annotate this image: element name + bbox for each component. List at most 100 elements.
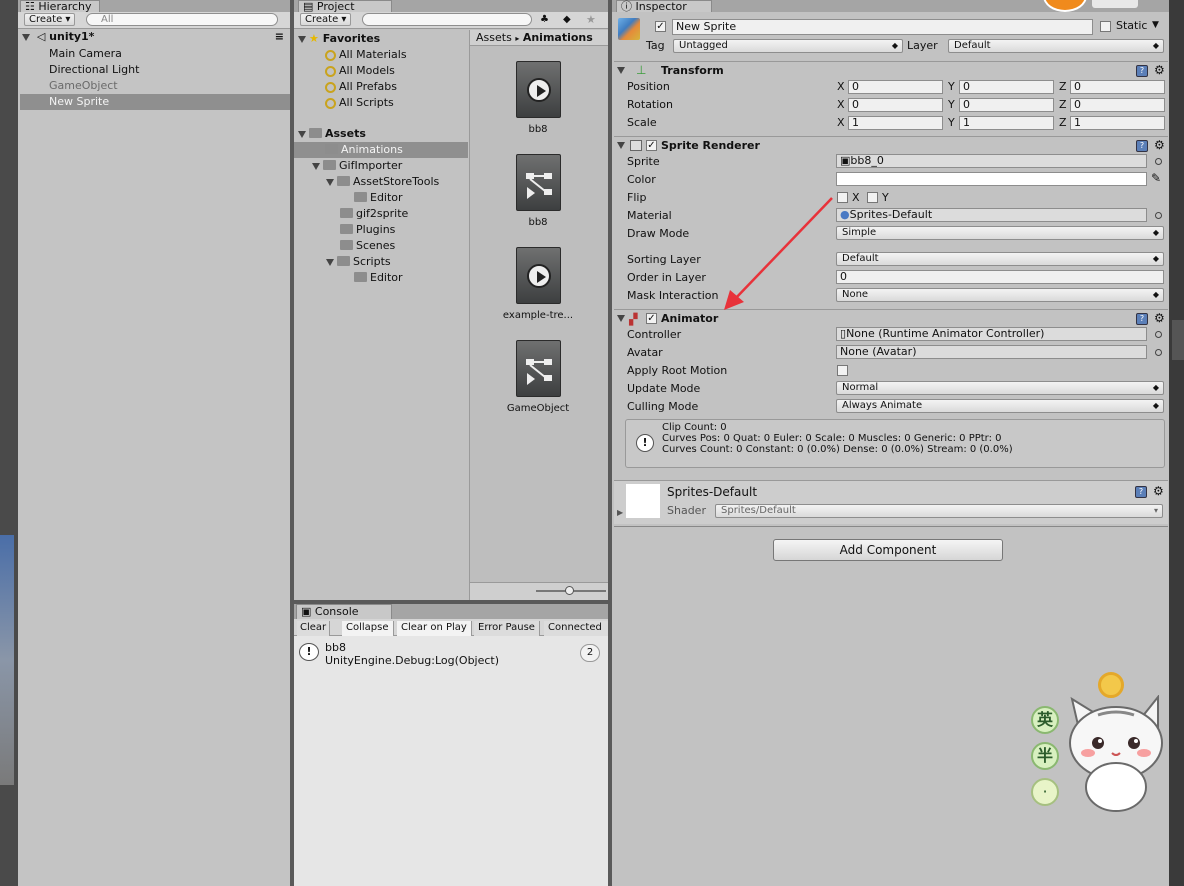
color-swatch[interactable] xyxy=(836,172,1147,186)
layer-dropdown[interactable]: Default ◆ xyxy=(948,39,1164,53)
draw-mode-dropdown[interactable]: Simple ◆ xyxy=(836,226,1164,240)
object-picker-icon[interactable] xyxy=(1155,158,1162,165)
expand-triangle-icon[interactable] xyxy=(298,35,306,43)
sprite-field[interactable]: ▣bb8_0 xyxy=(836,154,1147,168)
tree-item-assetstoretools[interactable]: AssetStoreTools xyxy=(326,174,439,190)
tree-item-gif2sprite[interactable]: gif2sprite xyxy=(340,206,408,222)
gear-icon[interactable]: ⚙ xyxy=(1154,139,1165,151)
scale-z-field[interactable]: 1 xyxy=(1070,116,1165,130)
controller-field[interactable]: ▯None (Runtime Animator Controller) xyxy=(836,327,1147,341)
axis-y-label[interactable]: Y xyxy=(948,98,955,112)
eyedropper-icon[interactable]: ✎ xyxy=(1151,171,1161,185)
asset-gameobject-controller[interactable] xyxy=(516,340,561,397)
favorite-all-prefabs[interactable]: All Prefabs xyxy=(325,79,397,95)
material-expand-icon[interactable]: ▶ xyxy=(617,508,623,517)
tab-console[interactable]: ▣ Console xyxy=(296,604,392,619)
sorting-layer-dropdown[interactable]: Default ◆ xyxy=(836,252,1164,266)
help-icon[interactable]: ? xyxy=(1135,486,1147,498)
favorite-star-icon[interactable]: ★ xyxy=(586,13,596,26)
project-search-input[interactable] xyxy=(362,13,532,26)
mascot-badge-3[interactable]: · xyxy=(1031,778,1059,806)
favorite-all-scripts[interactable]: All Scripts xyxy=(325,95,394,111)
breadcrumb-animations[interactable]: Animations xyxy=(523,31,593,44)
order-in-layer-field[interactable]: 0 xyxy=(836,270,1164,284)
hierarchy-item-main-camera[interactable]: Main Camera xyxy=(49,46,122,62)
breadcrumb-assets[interactable]: Assets xyxy=(476,31,512,44)
hierarchy-search-input[interactable]: All xyxy=(86,13,278,26)
tab-project[interactable]: ▤ Project xyxy=(298,0,392,12)
position-y-field[interactable]: 0 xyxy=(959,80,1054,94)
axis-x-label[interactable]: X xyxy=(837,98,845,112)
animator-enabled-checkbox[interactable]: ✓ xyxy=(646,313,657,324)
asset-bb8-controller[interactable] xyxy=(516,154,561,211)
console-connected-button[interactable]: Connected P xyxy=(544,621,608,636)
asset-bb8-clip[interactable] xyxy=(516,61,561,118)
tree-item-animations[interactable]: Animations xyxy=(294,142,468,158)
expand-triangle-icon[interactable] xyxy=(326,178,334,186)
axis-z-label[interactable]: Z xyxy=(1059,116,1067,130)
favorite-all-materials[interactable]: All Materials xyxy=(325,47,407,63)
object-name-field[interactable]: New Sprite xyxy=(672,19,1093,35)
expand-triangle-icon[interactable] xyxy=(22,33,30,41)
axis-x-label[interactable]: X xyxy=(837,116,845,130)
axis-y-label[interactable]: Y xyxy=(948,116,955,130)
help-icon[interactable]: ? xyxy=(1136,313,1148,325)
object-picker-icon[interactable] xyxy=(1155,212,1162,219)
tree-item-editor[interactable]: Editor xyxy=(354,190,403,206)
shader-dropdown[interactable]: Sprites/Default ▾ xyxy=(715,504,1163,518)
position-z-field[interactable]: 0 xyxy=(1070,80,1165,94)
favorites-header[interactable]: ★ Favorites xyxy=(298,31,380,47)
console-entry[interactable]: ! bb8 UnityEngine.Debug:Log(Object) 2 xyxy=(294,638,608,670)
update-mode-dropdown[interactable]: Normal ◆ xyxy=(836,381,1164,395)
help-icon[interactable]: ? xyxy=(1136,140,1148,152)
slider-thumb[interactable] xyxy=(565,586,574,595)
hierarchy-create-button[interactable]: Create ▾ xyxy=(24,13,76,26)
material-field[interactable]: ●Sprites-Default xyxy=(836,208,1147,222)
culling-mode-dropdown[interactable]: Always Animate ◆ xyxy=(836,399,1164,413)
rotation-y-field[interactable]: 0 xyxy=(959,98,1054,112)
console-clear-on-play-button[interactable]: Clear on Play xyxy=(397,621,472,636)
tree-item-gifimporter[interactable]: GifImporter xyxy=(312,158,402,174)
tab-hierarchy[interactable]: ☷ Hierarchy xyxy=(20,0,100,12)
tree-item-plugins[interactable]: Plugins xyxy=(340,222,395,238)
favorite-all-models[interactable]: All Models xyxy=(325,63,395,79)
object-picker-icon[interactable] xyxy=(1155,331,1162,338)
expand-triangle-icon[interactable] xyxy=(617,142,625,149)
tree-item-scenes[interactable]: Scenes xyxy=(340,238,395,254)
hierarchy-item-new-sprite[interactable]: New Sprite xyxy=(20,94,290,110)
tree-item-scripts-editor[interactable]: Editor xyxy=(354,270,403,286)
expand-triangle-icon[interactable] xyxy=(326,258,334,266)
scene-menu-icon[interactable]: ≡ xyxy=(275,29,284,45)
axis-y-label[interactable]: Y xyxy=(948,80,955,94)
scene-row[interactable]: ◁ unity1* ≡ xyxy=(22,29,288,45)
cat-mascot-icon[interactable] xyxy=(1058,695,1170,815)
animator-header[interactable]: ▞ ✓ Animator ? ⚙ xyxy=(614,309,1168,326)
hierarchy-item-directional-light[interactable]: Directional Light xyxy=(49,62,139,78)
apply-root-motion-checkbox[interactable] xyxy=(837,365,848,376)
project-create-button[interactable]: Create ▾ xyxy=(300,13,352,26)
sprite-renderer-enabled-checkbox[interactable]: ✓ xyxy=(646,140,657,151)
axis-z-label[interactable]: Z xyxy=(1059,80,1067,94)
filter-by-type-icon[interactable]: ♣ xyxy=(540,14,549,25)
static-checkbox[interactable] xyxy=(1100,21,1111,32)
gear-icon[interactable]: ⚙ xyxy=(1154,64,1165,76)
mascot-badge-2[interactable]: 半 xyxy=(1031,742,1059,770)
console-collapse-button[interactable]: Collapse xyxy=(342,621,394,636)
expand-triangle-icon[interactable] xyxy=(617,315,625,322)
avatar-field[interactable]: None (Avatar) xyxy=(836,345,1147,359)
active-checkbox[interactable]: ✓ xyxy=(655,21,666,32)
scale-y-field[interactable]: 1 xyxy=(959,116,1054,130)
console-error-pause-button[interactable]: Error Pause xyxy=(474,621,540,636)
help-icon[interactable]: ? xyxy=(1136,65,1148,77)
gear-icon[interactable]: ⚙ xyxy=(1153,485,1164,497)
position-x-field[interactable]: 0 xyxy=(848,80,943,94)
rotation-z-field[interactable]: 0 xyxy=(1070,98,1165,112)
axis-z-label[interactable]: Z xyxy=(1059,98,1067,112)
add-component-button[interactable]: Add Component xyxy=(773,539,1003,561)
tree-item-scripts[interactable]: Scripts xyxy=(326,254,391,270)
mask-interaction-dropdown[interactable]: None ◆ xyxy=(836,288,1164,302)
asset-example-clip[interactable] xyxy=(516,247,561,304)
hierarchy-item-gameobject[interactable]: GameObject xyxy=(49,78,118,94)
filter-by-label-icon[interactable]: ◆ xyxy=(563,14,571,25)
gear-icon[interactable]: ⚙ xyxy=(1154,312,1165,324)
